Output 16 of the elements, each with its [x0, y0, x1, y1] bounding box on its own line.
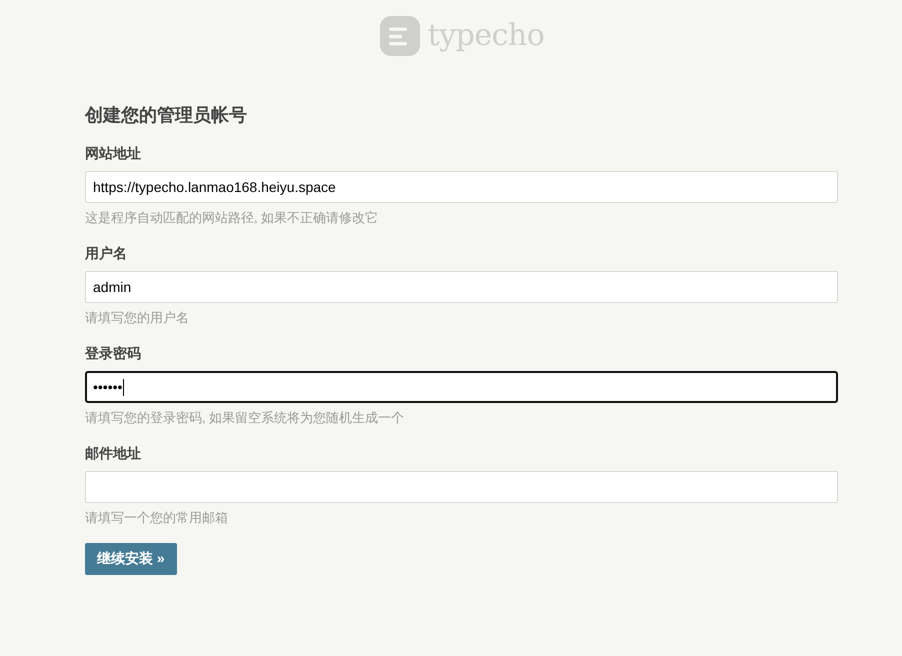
continue-install-button[interactable]: 继续安装 » [85, 543, 177, 575]
field-hint: 这是程序自动匹配的网站路径, 如果不正确请修改它 [85, 209, 380, 227]
input-field[interactable] [85, 471, 838, 503]
field-hint: 请填写一个您的常用邮箱 [85, 509, 229, 527]
field-label: 用户名 [85, 244, 128, 263]
logo-icon [380, 16, 420, 56]
field-label: 邮件地址 [85, 444, 142, 463]
field-label: 网站地址 [85, 144, 142, 163]
field-label: 登录密码 [85, 344, 142, 363]
input-field[interactable]: admin [85, 271, 838, 303]
page-heading: 创建您的管理员帐号 [85, 104, 248, 127]
field-hint: 请填写您的登录密码, 如果留空系统将为您随机生成一个 [85, 409, 406, 427]
text-cursor-icon [123, 378, 124, 396]
input-field[interactable]: •••••• [85, 371, 838, 403]
field-hint: 请填写您的用户名 [85, 309, 190, 327]
input-field[interactable]: https://typecho.lanmao168.heiyu.space [85, 171, 838, 203]
